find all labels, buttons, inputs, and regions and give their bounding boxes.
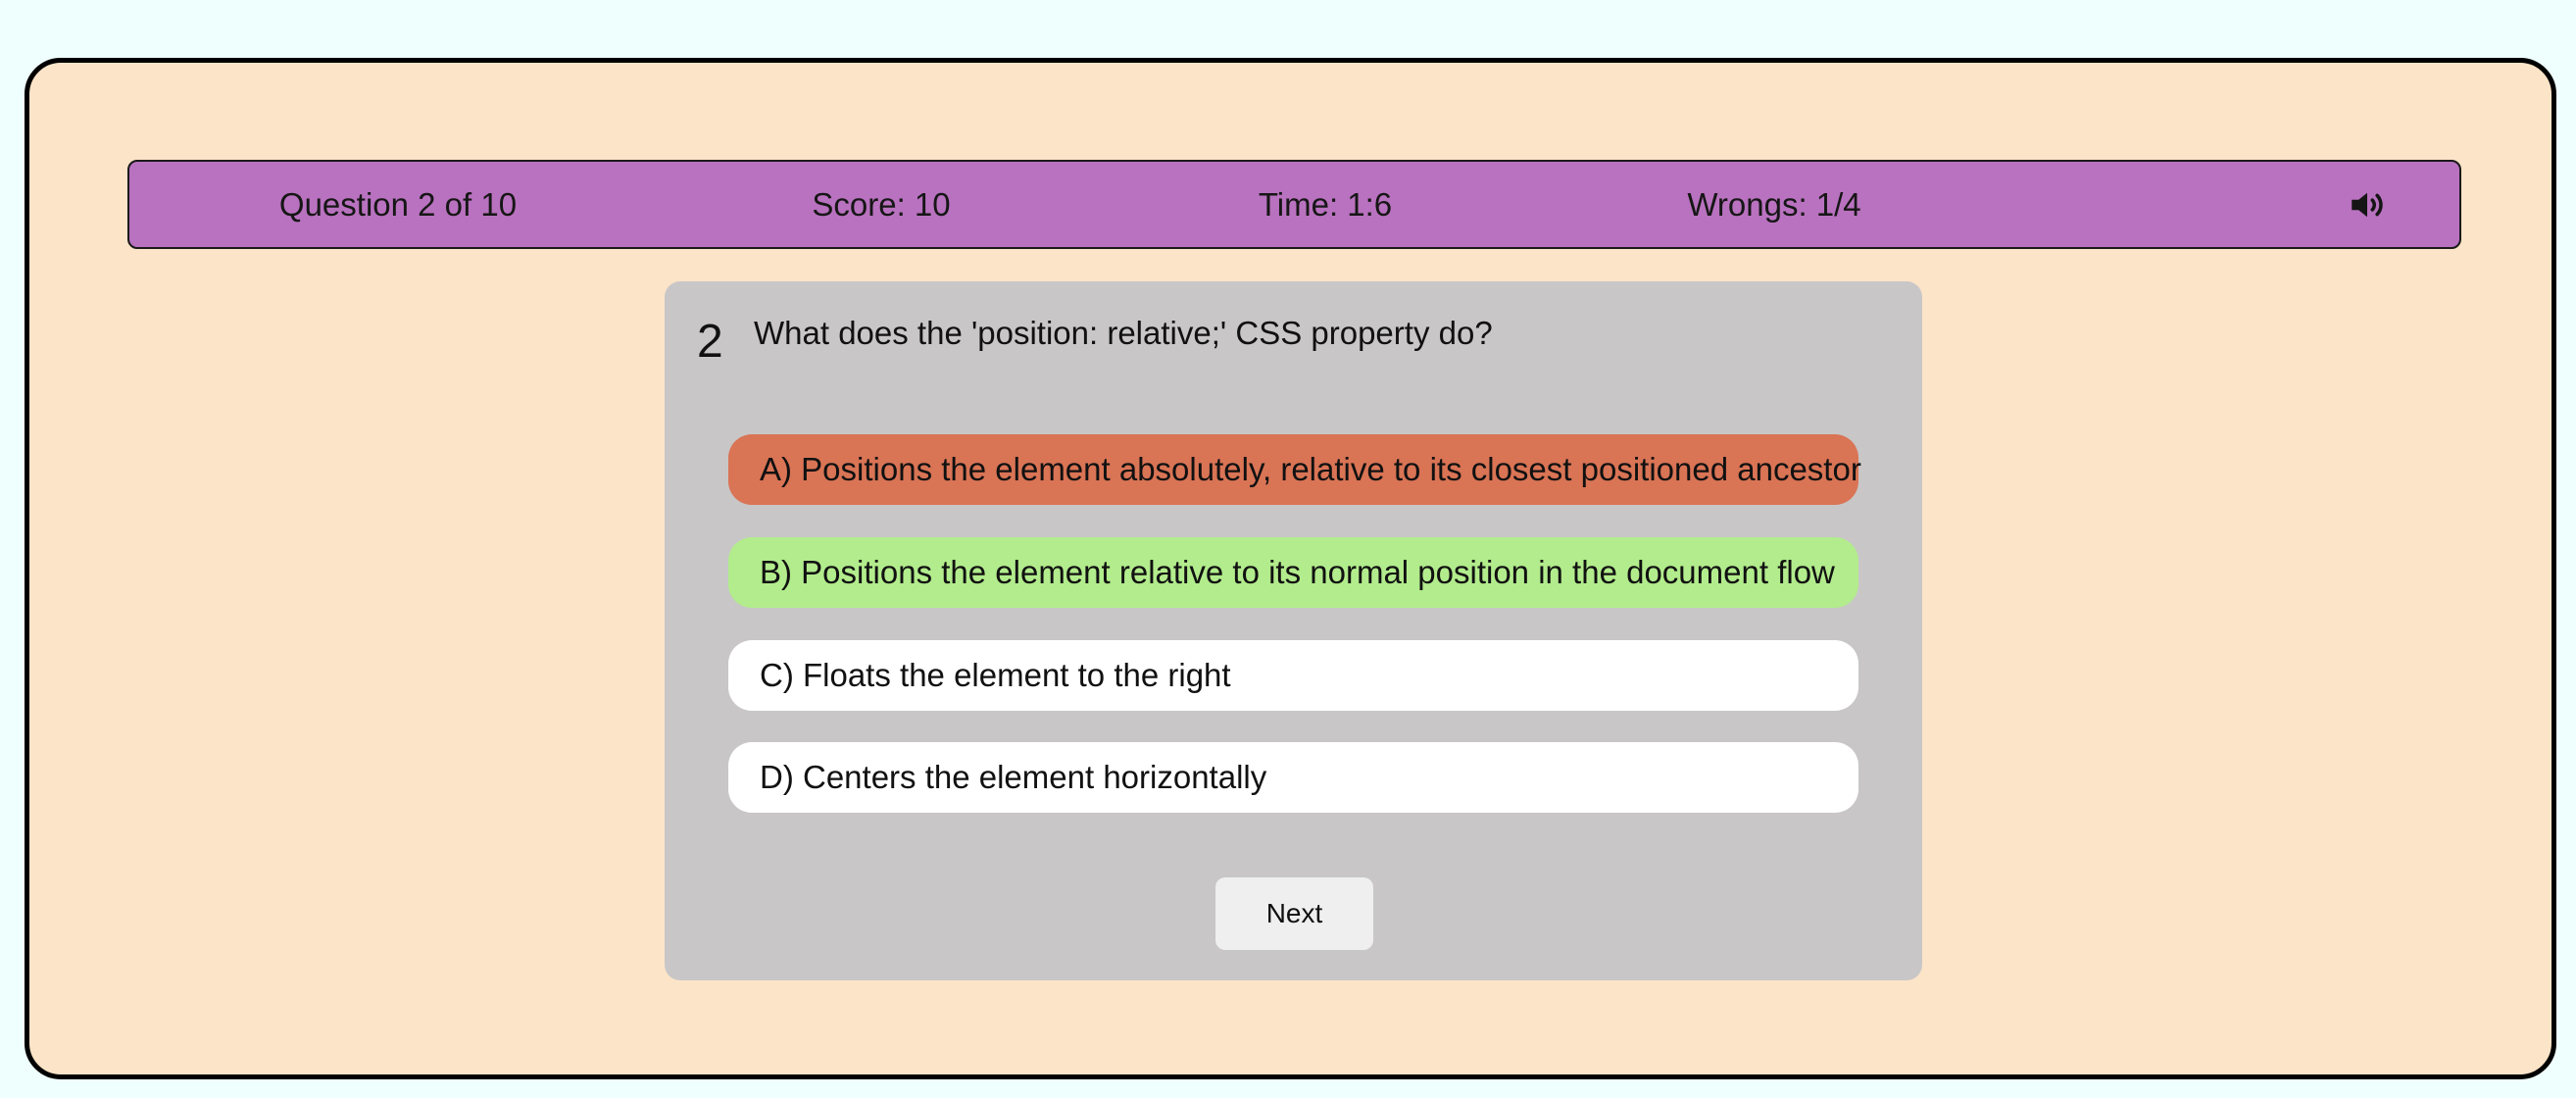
answer-option-c[interactable]: C) Floats the element to the right <box>728 640 1858 711</box>
next-button[interactable]: Next <box>1215 877 1373 950</box>
question-card: 2 What does the 'position: relative;' CS… <box>665 281 1922 980</box>
answer-option-a[interactable]: A) Positions the element absolutely, rel… <box>728 434 1861 505</box>
question-text: What does the 'position: relative;' CSS … <box>754 315 1493 351</box>
answer-option-b[interactable]: B) Positions the element relative to its… <box>728 537 1858 608</box>
speaker-volume-icon[interactable] <box>2347 184 2388 225</box>
answer-option-d[interactable]: D) Centers the element horizontally <box>728 742 1858 813</box>
question-progress: Question 2 of 10 <box>278 186 518 223</box>
wrongs-display: Wrongs: 1/4 <box>1687 186 1861 223</box>
question-number: 2 <box>697 316 723 368</box>
timer-display: Time: 1:6 <box>1258 186 1393 223</box>
score-display: Score: 10 <box>812 186 951 223</box>
status-bar: Question 2 of 10 Score: 10 Time: 1:6 Wro… <box>127 160 2461 249</box>
